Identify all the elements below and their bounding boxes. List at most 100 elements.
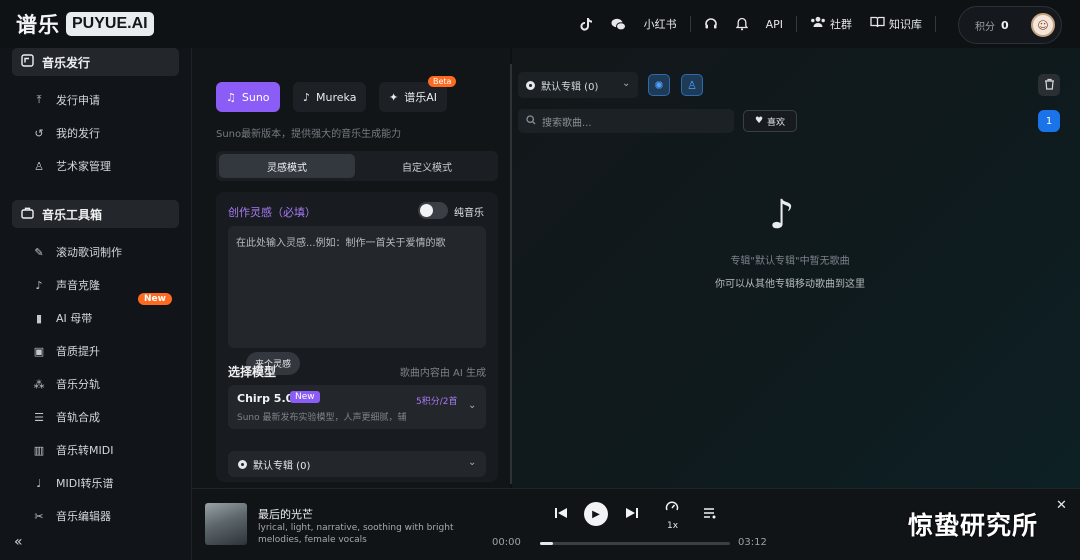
top-bar: 谱乐 PUYUE.AI 小红书 API 社群 知识库 积分 0 ☺ [0,0,1080,48]
voice-clone-icon: ♪ [35,278,43,292]
inspiration-title: 创作灵感（必填） [228,206,316,219]
tab-inspiration-mode[interactable]: 灵感模式 [219,154,355,178]
logo-en-text: PUYUE.AI [66,12,154,36]
gear-icon: ✺ [654,78,664,92]
mastering-icon: ▮ [35,311,43,325]
model-section-hint: 歌曲内容由 AI 生成 [399,368,486,379]
sidebar-item-audio-to-midi[interactable]: ▥ 音乐转MIDI [32,440,114,460]
sidebar-item-track-mix[interactable]: ☰ 音轨合成 [32,407,100,427]
page-number-button[interactable]: 1 [1038,110,1060,132]
sidebar-item-artist-management[interactable]: ♙ 艺术家管理 [32,156,111,176]
sidebar-section-label: 音乐工具箱 [42,207,103,222]
song-cover[interactable] [205,503,247,545]
settings-gear-button[interactable]: ✺ [648,74,670,96]
collapse-sidebar-icon[interactable]: « [14,534,23,550]
book-icon [870,16,885,32]
model-select[interactable]: Chirp 5.0 New 5积分/2首 Suno 最新发布实验模型，人声更细腻… [228,385,486,429]
speed-icon[interactable] [665,500,679,516]
split-icon: ⁂ [33,377,45,391]
tab-label: 谱乐AI [404,91,437,104]
sidebar-item-stem-split[interactable]: ⁂ 音乐分轨 [32,374,101,394]
sidebar-item-label: 音质提升 [56,345,100,358]
sidebar-item-scrolling-lyrics[interactable]: ✎ 滚动歌词制作 [32,242,122,262]
delete-button[interactable] [1038,74,1060,96]
album-dropdown[interactable]: 默认专辑 (0) ⌄ [518,72,638,98]
tab-suno[interactable]: ♫ Suno [216,82,280,112]
tab-label: Mureka [316,90,357,104]
progress-fill [540,542,554,545]
sidebar-item-release-apply[interactable]: ⤒ 发行申请 [32,90,100,110]
note-icon: ♩ [36,476,42,490]
model-new-badge: New [290,391,320,403]
history-icon: ↺ [34,126,44,140]
sidebar-item-ai-mastering[interactable]: ▮ AI 母带 [32,308,92,328]
app-logo[interactable]: 谱乐 PUYUE.AI [16,9,154,39]
community-link[interactable]: 社群 [801,16,861,32]
sidebar: 音乐发行 ⤒ 发行申请 ↺ 我的发行 ♙ 艺术家管理 音乐工具箱 ✎ 滚动歌词制… [0,48,192,560]
tiktok-icon[interactable] [571,17,602,31]
like-filter-button[interactable]: ♥ 喜欢 [743,110,797,132]
xiaohongshu-icon[interactable]: 小红书 [635,16,686,32]
song-title: 最后的光芒 [258,508,313,521]
music-note-icon: ♪ [303,90,311,104]
album-label: 默认专辑 (0) [253,460,311,472]
creator-panel: ♫ Suno ♪ Mureka ✦ 谱乐AI Suno最新版本，提供强大的音乐生… [192,48,510,488]
artist-icon: ♙ [34,159,44,173]
empty-state-hint: 你可以从其他专辑移动歌曲到这里 [715,279,865,290]
sidebar-item-music-editor[interactable]: ✂ 音乐编辑器 [32,506,111,526]
user-filter-button[interactable]: ♙ [681,74,703,96]
points-pill[interactable]: 积分 0 ☺ [958,6,1062,44]
model-name: Chirp 5.0 [237,392,294,405]
sidebar-item-label: 发行申请 [56,94,100,107]
close-player-icon[interactable]: ✕ [1056,498,1067,513]
sidebar-item-quality-boost[interactable]: ▣ 音质提升 [32,341,100,361]
album-select-creator[interactable]: 默认专辑 (0) ⌄ [228,451,486,477]
tab-mureka[interactable]: ♪ Mureka [293,82,367,112]
bell-icon[interactable] [727,17,757,31]
user-icon: ♙ [687,78,697,92]
beta-badge: Beta [428,76,457,87]
progress-bar[interactable] [540,542,730,545]
tab-label: Suno [241,90,270,104]
music-note-icon: ♪ [769,192,795,238]
chevron-down-icon: ⌄ [622,78,631,89]
sidebar-item-label: 声音克隆 [56,279,100,292]
knowledge-base-link[interactable]: 知识库 [861,16,931,32]
next-icon[interactable] [625,506,639,523]
sidebar-item-label: 音乐编辑器 [56,510,111,523]
headset-icon[interactable] [695,17,727,31]
previous-icon[interactable] [554,506,568,523]
points-label: 积分 [975,21,995,33]
song-search-input[interactable]: 搜索歌曲... [518,109,734,133]
play-button[interactable]: ▶ [584,502,608,526]
separator [689,16,691,32]
mixer-icon: ☰ [34,410,44,424]
sidebar-item-voice-clone[interactable]: ♪ 声音克隆 [32,275,100,295]
playlist-icon[interactable] [703,507,717,522]
pure-music-toggle[interactable] [418,202,448,219]
album-radio-icon [238,459,247,469]
wechat-icon[interactable] [602,18,635,31]
search-placeholder: 搜索歌曲... [542,117,592,129]
sidebar-section-distribution[interactable]: 音乐发行 [12,48,179,76]
album-dropdown-label: 默认专辑 (0) [541,81,599,93]
lyrics-icon: ✎ [34,245,44,259]
scissors-icon: ✂ [34,509,44,523]
top-icon-bar: 小红书 API 社群 知识库 [571,14,940,34]
creation-card: 创作灵感（必填） 纯音乐 在此处输入灵感...例如：制作一首关于爱情的歌 来个灵… [216,192,498,482]
inspiration-textarea[interactable]: 在此处输入灵感...例如：制作一首关于爱情的歌 来个灵感 [228,226,486,375]
sidebar-item-midi-to-score[interactable]: ♩ MIDI转乐谱 [32,473,113,493]
play-icon: ▶ [592,508,600,520]
distribution-icon [21,54,34,70]
sidebar-item-my-releases[interactable]: ↺ 我的发行 [32,123,100,143]
speed-label: 1x [667,521,679,531]
tab-custom-mode[interactable]: 自定义模式 [359,154,495,178]
sidebar-item-label: 音乐转MIDI [56,444,114,457]
sidebar-item-label: AI 母带 [56,312,93,325]
avatar[interactable]: ☺ [1031,13,1055,37]
api-icon[interactable]: API [757,18,792,31]
library-panel: 默认专辑 (0) ⌄ ✺ ♙ 搜索歌曲... ♥ 喜欢 1 ♪ 专辑"默认专辑"… [512,48,1080,488]
trash-icon [1044,78,1055,93]
sidebar-section-toolbox[interactable]: 音乐工具箱 [12,200,179,228]
total-time: 03:12 [738,537,767,548]
